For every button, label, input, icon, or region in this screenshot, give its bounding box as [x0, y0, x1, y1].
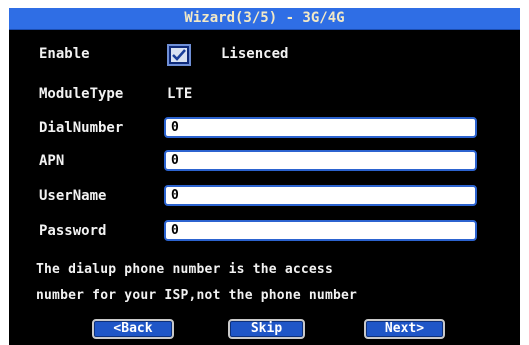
dialog-title: Wizard(3/5) - 3G/4G — [9, 8, 520, 30]
enable-checkbox[interactable] — [167, 44, 191, 66]
dial-number-label: DialNumber — [39, 120, 124, 136]
apn-label: APN — [39, 153, 65, 169]
password-label: Password — [39, 223, 107, 239]
password-input[interactable]: 0 — [164, 220, 477, 241]
hint-text-line-1: The dialup phone number is the access — [36, 262, 333, 277]
next-button[interactable]: Next> — [364, 319, 445, 339]
checkmark-icon — [171, 48, 187, 62]
module-type-value: LTE — [167, 86, 193, 102]
back-button[interactable]: <Back — [92, 319, 174, 339]
enable-label: Enable — [39, 46, 90, 62]
user-name-label: UserName — [39, 188, 107, 204]
apn-input[interactable]: 0 — [164, 150, 477, 171]
skip-button[interactable]: Skip — [228, 319, 305, 339]
user-name-input[interactable]: 0 — [164, 185, 477, 206]
license-status-label: Lisenced — [221, 46, 289, 62]
hint-text-line-2: number for your ISP,not the phone number — [36, 288, 358, 303]
dial-number-input[interactable]: 0 — [164, 117, 477, 138]
wizard-dialog: Wizard(3/5) - 3G/4G Enable Lisenced Modu… — [9, 8, 520, 345]
module-type-label: ModuleType — [39, 86, 124, 102]
